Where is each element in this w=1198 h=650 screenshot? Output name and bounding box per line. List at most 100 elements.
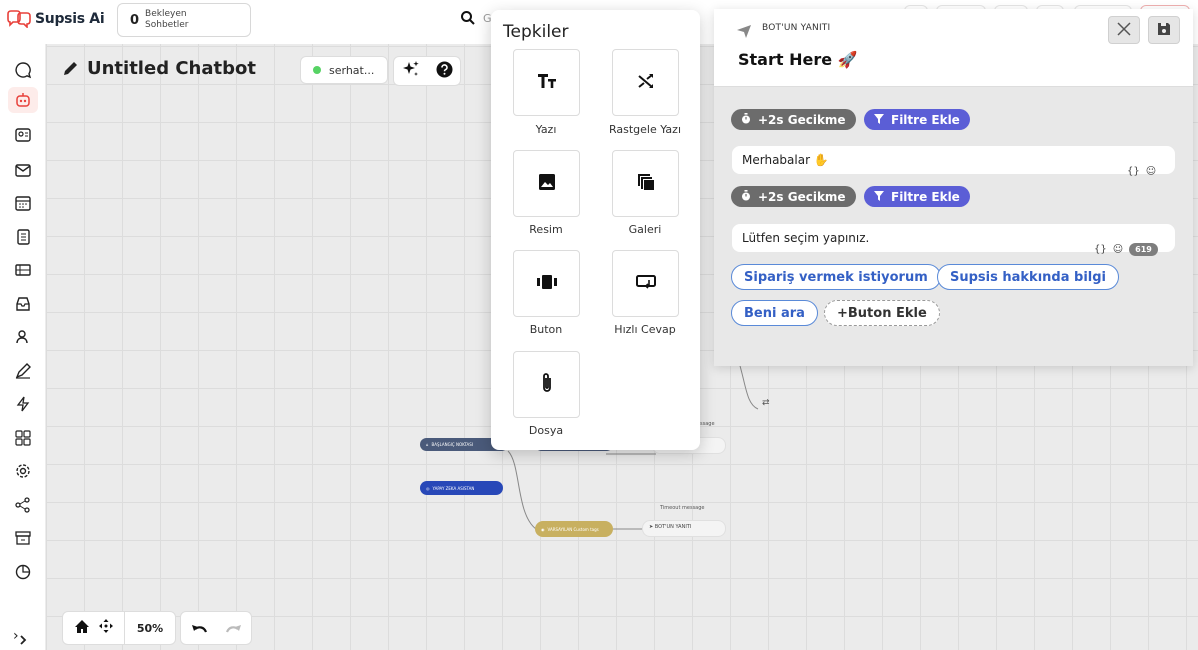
- shuffle-icon: [637, 72, 655, 94]
- sparkles-icon[interactable]: [401, 59, 421, 83]
- close-button[interactable]: [1108, 16, 1140, 44]
- message-1-tools: {} ☺: [1127, 166, 1156, 177]
- quick-button-call[interactable]: Beni ara: [731, 300, 818, 326]
- chatbot-title[interactable]: Untitled Chatbot: [62, 58, 256, 79]
- share-icon[interactable]: [8, 492, 38, 518]
- message-2-tools: {} ☺ 619: [1094, 243, 1158, 256]
- help-icon[interactable]: [436, 61, 453, 82]
- calendar-icon[interactable]: [8, 190, 38, 216]
- online-status-dot: [313, 66, 321, 74]
- delay-label: +2s Gecikme: [758, 189, 846, 204]
- mail-icon[interactable]: [8, 157, 38, 183]
- filter-chip[interactable]: Filtre Ekle: [864, 109, 970, 130]
- send-icon: [736, 23, 752, 42]
- pen-icon[interactable]: [8, 358, 38, 384]
- filter-chip[interactable]: Filtre Ekle: [864, 186, 970, 207]
- save-button[interactable]: [1148, 16, 1180, 44]
- reaction-random-text-label: Rastgele Yazı: [608, 123, 682, 136]
- filter-icon: [874, 113, 884, 127]
- document-icon[interactable]: [8, 224, 38, 250]
- panel-title[interactable]: Start Here 🚀: [738, 50, 858, 69]
- collapse-sidebar-button[interactable]: ›: [13, 628, 19, 644]
- reactions-popup: Tepkiler Yazı Rastgele Yazı Resim Galeri…: [491, 10, 700, 450]
- message-input-1[interactable]: Merhabalar ✋: [732, 146, 1175, 174]
- contacts-icon[interactable]: [8, 122, 38, 148]
- chat-bubble-icon[interactable]: [8, 57, 38, 83]
- inbox-icon[interactable]: [8, 291, 38, 317]
- panel-header: BOT'UN YANITI Start Here 🚀: [714, 9, 1193, 87]
- undo-icon[interactable]: [190, 619, 208, 638]
- home-icon: ⌂: [426, 442, 429, 447]
- gallery-icon: [637, 173, 655, 195]
- reaction-text-tile[interactable]: [513, 49, 580, 116]
- ai-icon: ◎: [426, 485, 430, 491]
- text-icon: [537, 72, 557, 94]
- add-button[interactable]: +Buton Ekle: [824, 300, 940, 326]
- reaction-gallery-tile[interactable]: [612, 150, 679, 217]
- bot-reply-node-label: ➤ BOT'UN YANITI: [649, 524, 692, 530]
- reaction-image-label: Resim: [529, 223, 563, 236]
- lightning-icon[interactable]: [8, 391, 38, 417]
- panel-kind: BOT'UN YANITI: [762, 23, 831, 33]
- reaction-file-tile[interactable]: [513, 351, 580, 418]
- search-icon[interactable]: [460, 10, 476, 30]
- emoji-icon[interactable]: ☺: [1146, 166, 1156, 177]
- redo-icon[interactable]: [225, 619, 243, 638]
- paperclip-icon: [540, 372, 554, 398]
- reaction-random-text-tile[interactable]: [612, 49, 679, 116]
- image-icon: [538, 173, 556, 195]
- chart-pie-icon[interactable]: [8, 559, 38, 585]
- reaction-image-tile[interactable]: [513, 150, 580, 217]
- delay-chip[interactable]: +2s Gecikme: [731, 186, 856, 207]
- gear-icon[interactable]: [8, 458, 38, 484]
- bot-reply-panel: BOT'UN YANITI Start Here 🚀 +2s Gecikme F…: [714, 9, 1193, 366]
- delay-label: +2s Gecikme: [758, 112, 846, 127]
- logo[interactable]: Supsis Ai: [6, 10, 105, 28]
- emoji-icon[interactable]: ☺: [1113, 244, 1123, 255]
- user-selector[interactable]: serhat...: [300, 56, 388, 84]
- filter-label: Filtre Ekle: [891, 112, 960, 127]
- ai-assistant-node[interactable]: ◎ YAPAY ZEKA ASISTAN: [420, 481, 503, 495]
- quick-button-info[interactable]: Supsis hakkında bilgi: [937, 264, 1119, 290]
- stopwatch-icon: [741, 112, 751, 127]
- grid-icon[interactable]: [8, 425, 38, 451]
- reaction-gallery-label: Galeri: [628, 223, 662, 236]
- send-icon: ➤: [649, 524, 654, 530]
- quick-reply-icon: [635, 274, 656, 294]
- variable-icon[interactable]: {}: [1094, 244, 1107, 255]
- ticket-icon[interactable]: [8, 257, 38, 283]
- variable-icon[interactable]: {}: [1127, 166, 1140, 177]
- reaction-file-label: Dosya: [528, 424, 564, 437]
- close-icon: [1117, 21, 1131, 40]
- timeout-label: Timeout message: [660, 505, 705, 511]
- reaction-quick-reply-label: Hızlı Cevap: [614, 323, 676, 336]
- char-count-badge: 619: [1129, 243, 1158, 256]
- quick-button-order[interactable]: Sipariş vermek istiyorum: [731, 264, 941, 290]
- pencil-icon: [64, 62, 77, 75]
- pending-label: Bekleyen Sohbetler: [145, 9, 189, 30]
- bot-reply-node[interactable]: ➤ BOT'UN YANITI: [642, 520, 726, 537]
- history-controls: [180, 611, 252, 645]
- delay-chip[interactable]: +2s Gecikme: [731, 109, 856, 130]
- reaction-button-tile[interactable]: [513, 250, 580, 317]
- home-icon[interactable]: [74, 619, 90, 638]
- zoom-level[interactable]: 50%: [125, 622, 175, 635]
- store-icon[interactable]: [8, 525, 38, 551]
- users-icon[interactable]: [8, 324, 38, 350]
- move-icon[interactable]: [98, 618, 114, 638]
- clock-icon: ◉: [541, 526, 545, 532]
- chatbot-icon[interactable]: [8, 87, 38, 113]
- user-name: serhat...: [329, 63, 375, 77]
- reaction-quick-reply-tile[interactable]: [612, 250, 679, 317]
- message-label: ssage: [700, 421, 715, 427]
- assign-agent-icon[interactable]: ⇄: [762, 398, 770, 408]
- reaction-button-label: Buton: [529, 323, 563, 336]
- button-icon: [536, 274, 557, 293]
- chatbot-title-text: Untitled Chatbot: [87, 58, 256, 79]
- pending-chats[interactable]: 0 Bekleyen Sohbetler: [117, 3, 251, 37]
- sidebar: [0, 44, 46, 650]
- stopwatch-icon: [741, 189, 751, 204]
- default-node[interactable]: ◉ VARSAYILAN Custom tags: [535, 521, 613, 537]
- filter-icon: [874, 190, 884, 204]
- view-controls: [63, 612, 125, 644]
